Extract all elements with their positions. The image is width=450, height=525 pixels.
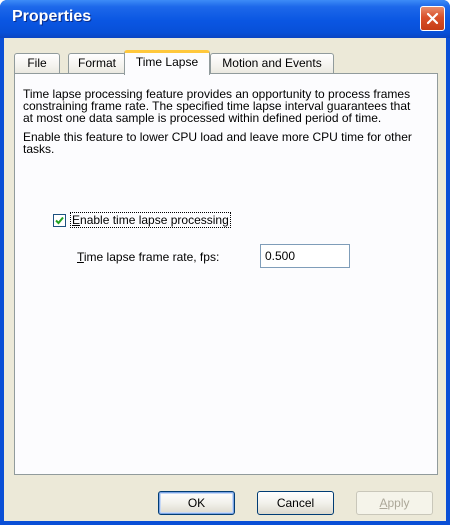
- description: Time lapse processing feature provides a…: [23, 88, 423, 162]
- ok-button-label: OK: [187, 496, 206, 510]
- enable-time-lapse-label: Enable time lapse processing: [70, 212, 231, 228]
- apply-button[interactable]: Apply: [356, 491, 433, 515]
- dialog-body: File Format Time Lapse Motion and Events…: [4, 38, 446, 521]
- tab-motion-and-events[interactable]: Motion and Events: [210, 53, 334, 74]
- tab-format[interactable]: Format: [68, 53, 126, 74]
- frame-rate-label: Time lapse frame rate, fps:: [77, 250, 219, 264]
- description-paragraph-1: Time lapse processing feature provides a…: [23, 87, 411, 125]
- properties-dialog: Properties File Format Time Lapse Motion…: [0, 0, 450, 525]
- apply-button-label: Apply: [379, 496, 409, 510]
- description-paragraph-2: Enable this feature to lower CPU load an…: [23, 130, 412, 156]
- tab-strip: File Format Time Lapse Motion and Events: [14, 50, 434, 75]
- enable-time-lapse-row[interactable]: Enable time lapse processing: [53, 212, 231, 228]
- title-bar[interactable]: Properties: [0, 0, 450, 38]
- tab-file-label: File: [27, 56, 47, 70]
- window-title: Properties: [12, 8, 92, 25]
- ok-button[interactable]: OK: [158, 491, 235, 515]
- apply-mnemonic: A: [379, 496, 388, 510]
- apply-label-rest: pply: [387, 496, 410, 510]
- tab-time-lapse[interactable]: Time Lapse: [124, 50, 210, 75]
- close-button[interactable]: [420, 6, 445, 31]
- frame-rate-mnemonic: T: [77, 250, 84, 264]
- frame-rate-input[interactable]: [260, 244, 350, 268]
- tab-time-lapse-label: Time Lapse: [135, 55, 199, 69]
- cancel-button[interactable]: Cancel: [257, 491, 334, 515]
- tab-panel-time-lapse: Time lapse processing feature provides a…: [14, 73, 438, 475]
- enable-time-lapse-checkbox[interactable]: [53, 213, 66, 227]
- checkmark-icon: [55, 216, 64, 224]
- cancel-button-label: Cancel: [276, 496, 315, 510]
- close-x-icon: [426, 12, 439, 25]
- tab-format-label: Format: [77, 56, 116, 70]
- enable-mnemonic: E: [72, 213, 81, 227]
- tab-motion-and-events-label: Motion and Events: [222, 56, 322, 70]
- enable-label-rest: nable time lapse processing: [80, 213, 229, 227]
- tab-file[interactable]: File: [14, 53, 60, 74]
- frame-rate-label-rest: ime lapse frame rate, fps:: [83, 250, 220, 264]
